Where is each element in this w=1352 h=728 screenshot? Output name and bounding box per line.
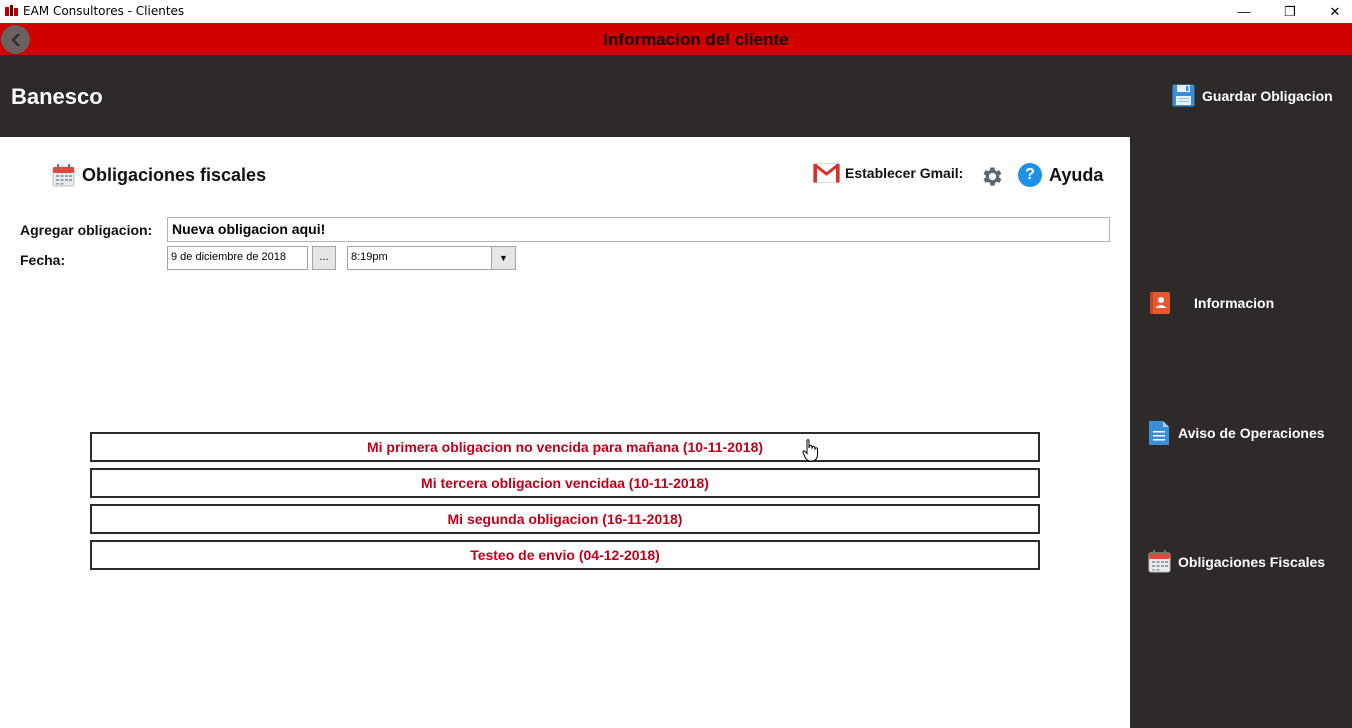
contact-icon [1150, 292, 1170, 314]
floppy-disk-icon [1172, 84, 1195, 107]
window-titlebar: EAM Consultores - Clientes — ❐ ✕ [0, 0, 1352, 23]
date-field[interactable]: 9 de diciembre de 2018 [167, 246, 308, 270]
sidebar-item-informacion[interactable]: Informacion [1148, 291, 1274, 315]
set-gmail-button[interactable]: Establecer Gmail: [813, 163, 963, 183]
add-obligation-input[interactable]: Nueva obligacion aqui! [167, 217, 1110, 242]
hand-cursor-icon [802, 439, 818, 462]
client-banner: Banesco Guardar Obligacion [0, 55, 1352, 137]
sidebar-item-label: Aviso de Operaciones [1178, 425, 1325, 441]
time-dropdown-button[interactable]: ▼ [491, 246, 516, 270]
save-obligation-label: Guardar Obligacion [1202, 87, 1333, 104]
obligation-item[interactable]: Mi primera obligacion no vencida para ma… [90, 432, 1040, 462]
set-gmail-label: Establecer Gmail: [845, 165, 964, 181]
calendar-icon [52, 164, 75, 187]
window-title: EAM Consultores - Clientes [23, 4, 185, 18]
minimize-button[interactable]: — [1221, 0, 1267, 23]
help-icon: ? [1018, 163, 1042, 187]
help-label: Ayuda [1049, 164, 1104, 185]
time-field[interactable]: 8:19pm [347, 246, 492, 270]
obligation-item[interactable]: Testeo de envio (04-12-2018) [90, 540, 1040, 570]
app-logo-icon [5, 5, 18, 16]
sidebar-item-label: Informacion [1194, 295, 1275, 311]
obligation-item[interactable]: Mi segunda obligacion (16-11-2018) [90, 504, 1040, 534]
document-icon [1149, 421, 1169, 445]
right-sidebar: Informacion Aviso de Operaciones Obligac… [1130, 137, 1352, 728]
close-button[interactable]: ✕ [1312, 0, 1352, 23]
header-bar: Informacion del cliente [0, 23, 1352, 55]
sidebar-item-obligaciones-fiscales[interactable]: Obligaciones Fiscales [1148, 550, 1325, 573]
gmail-icon [813, 163, 840, 183]
add-obligation-label: Agregar obligacion: [20, 222, 153, 238]
sidebar-item-label: Obligaciones Fiscales [1178, 553, 1326, 570]
section-header: Obligaciones fiscales [52, 164, 266, 187]
client-name: Banesco [11, 84, 103, 109]
section-title: Obligaciones fiscales [82, 165, 267, 185]
calendar-icon [1148, 550, 1171, 573]
gear-icon [983, 167, 1002, 186]
page-title: Informacion del cliente [603, 30, 789, 49]
restore-button[interactable]: ❐ [1267, 0, 1313, 23]
save-obligation-button[interactable]: Guardar Obligacion [1172, 84, 1333, 107]
settings-button[interactable] [980, 164, 1005, 194]
sidebar-item-aviso-operaciones[interactable]: Aviso de Operaciones [1148, 420, 1325, 446]
help-button[interactable]: ? Ayuda [1018, 163, 1103, 187]
main-panel: Obligaciones fiscales Establecer Gmail: … [0, 137, 1130, 728]
date-picker-button[interactable]: ... [312, 246, 336, 270]
date-label: Fecha: [20, 252, 66, 268]
obligation-item[interactable]: Mi tercera obligacion vencidaa (10-11-20… [90, 468, 1040, 498]
